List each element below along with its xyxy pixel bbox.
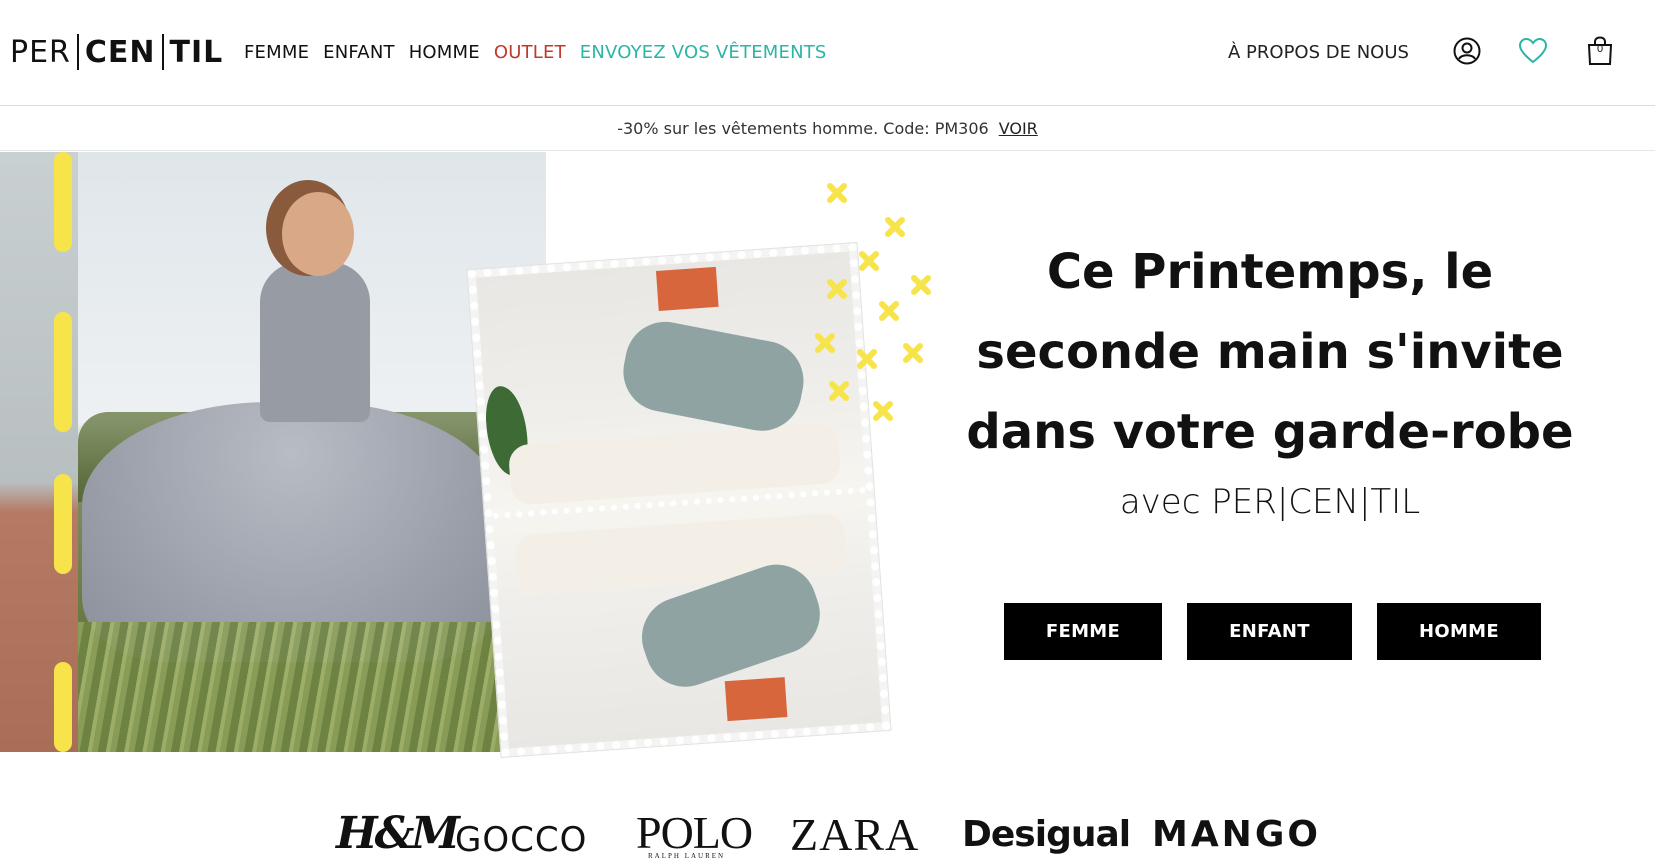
- nav-send-clothes[interactable]: ENVOYEZ VOS VÊTEMENTS: [580, 42, 827, 63]
- promo-bar: -30% sur les vêtements homme. Code: PM30…: [0, 107, 1655, 151]
- hero-banner: Ce Printemps, le seconde main s'invite d…: [0, 152, 1655, 759]
- site-header: PER CEN TIL FEMME ENFANT HOMME OUTLET EN…: [0, 0, 1655, 106]
- nav-outlet[interactable]: OUTLET: [494, 42, 566, 63]
- hero-subline: avec PER|CEN|TIL: [1119, 482, 1421, 522]
- site-logo[interactable]: PER CEN TIL: [10, 32, 223, 72]
- cart-count: 0: [1596, 43, 1604, 55]
- cta-femme-button[interactable]: FEMME: [1004, 603, 1162, 660]
- wishlist-button[interactable]: [1516, 34, 1550, 68]
- heart-icon: [1518, 37, 1548, 64]
- nav-homme[interactable]: HOMME: [409, 42, 480, 63]
- hero-image-woman: [0, 152, 546, 752]
- nav-femme[interactable]: FEMME: [244, 42, 309, 63]
- headline-line-2: seconde main s'invite: [976, 324, 1564, 380]
- brand-mango[interactable]: MANGO: [1152, 814, 1321, 855]
- hero-headline: Ce Printemps, le seconde main s'invite d…: [945, 232, 1595, 472]
- about-us-link[interactable]: À PROPOS DE NOUS: [1228, 42, 1409, 63]
- brand-gocco[interactable]: GOCCO: [455, 820, 587, 860]
- account-button[interactable]: [1450, 34, 1484, 68]
- headline-line-1: Ce Printemps, le: [1046, 244, 1494, 300]
- promo-text: -30% sur les vêtements homme. Code: PM30…: [617, 119, 989, 138]
- logo-part-3: TIL: [169, 34, 224, 70]
- logo-part-2: CEN: [84, 34, 156, 70]
- logo-divider: [76, 34, 79, 70]
- decorative-stars: [815, 183, 931, 421]
- main-nav: FEMME ENFANT HOMME OUTLET ENVOYEZ VOS VÊ…: [244, 42, 827, 63]
- brand-hm[interactable]: H&M: [336, 808, 460, 859]
- brand-polo-subtitle: RALPH LAUREN: [648, 852, 726, 860]
- cta-enfant-button[interactable]: ENFANT: [1187, 603, 1352, 660]
- logo-part-1: PER: [10, 34, 71, 70]
- promo-link[interactable]: VOIR: [999, 119, 1038, 138]
- nav-enfant[interactable]: ENFANT: [323, 42, 395, 63]
- cart-button[interactable]: 0: [1583, 34, 1617, 68]
- logo-divider: [161, 34, 164, 70]
- cta-homme-button[interactable]: HOMME: [1377, 603, 1541, 660]
- brand-logos-row: H&M GOCCO POLO RALPH LAUREN ZARA Desigua…: [0, 807, 1655, 864]
- brand-desigual[interactable]: Desigual: [962, 814, 1131, 855]
- headline-line-3: dans votre garde-robe: [966, 404, 1574, 460]
- brand-zara[interactable]: ZARA: [790, 808, 919, 861]
- user-circle-icon: [1453, 37, 1481, 65]
